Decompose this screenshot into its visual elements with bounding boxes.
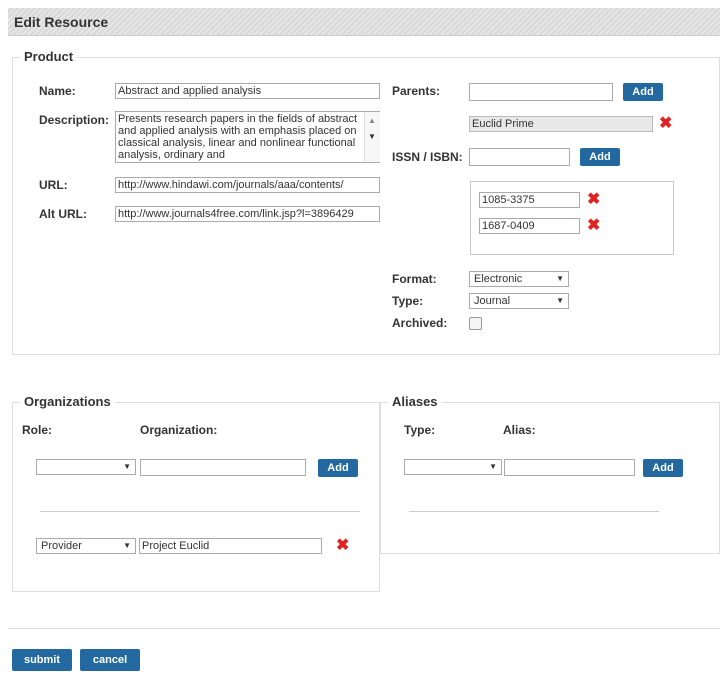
footer-divider [8, 628, 720, 629]
alias-type-select[interactable]: ▼ [404, 459, 502, 475]
format-select[interactable]: Electronic ▼ [469, 271, 569, 287]
issn-field[interactable] [469, 148, 570, 166]
scroll-up-icon[interactable]: ▲ [368, 116, 376, 125]
type-value: Journal [474, 295, 511, 307]
provider-role-select[interactable]: Provider ▼ [36, 538, 136, 554]
format-label: Format: [392, 272, 437, 286]
alias-label: Alias: [503, 423, 536, 437]
scroll-down-icon[interactable]: ▼ [368, 132, 376, 141]
divider [40, 511, 360, 512]
url-label: URL: [39, 178, 68, 192]
alias-type-label: Type: [404, 423, 436, 437]
organization-label: Organization: [140, 423, 218, 437]
remove-issn-icon[interactable]: ✖ [587, 192, 600, 208]
organization-field[interactable] [140, 459, 306, 476]
remove-issn-icon[interactable]: ✖ [587, 218, 600, 234]
add-parent-button[interactable]: Add [623, 83, 663, 101]
chevron-down-icon: ▼ [556, 296, 564, 305]
alias-field[interactable] [504, 459, 635, 476]
chevron-down-icon: ▼ [123, 462, 131, 471]
aliases-legend: Aliases [388, 394, 442, 409]
organizations-legend: Organizations [20, 394, 115, 409]
issn-item[interactable]: 1085-3375 [479, 192, 580, 208]
format-value: Electronic [474, 273, 523, 285]
chevron-down-icon: ▼ [123, 541, 131, 550]
type-select[interactable]: Journal ▼ [469, 293, 569, 309]
remove-organization-icon[interactable]: ✖ [336, 538, 349, 554]
archived-checkbox[interactable] [469, 317, 482, 330]
issn-label: ISSN / ISBN: [392, 150, 463, 164]
url-field[interactable]: http://www.hindawi.com/journals/aaa/cont… [115, 177, 380, 193]
description-scrollbar[interactable]: ▲ ▼ [364, 112, 380, 162]
description-field[interactable]: Presents research papers in the fields o… [115, 111, 380, 163]
remove-parent-icon[interactable]: ✖ [659, 116, 672, 132]
product-legend: Product [20, 49, 78, 64]
page-title: Edit Resource [14, 14, 109, 30]
provider-organization-field[interactable]: Project Euclid [139, 538, 322, 554]
name-field[interactable]: Abstract and applied analysis [115, 83, 380, 99]
archived-label: Archived: [392, 316, 448, 330]
parents-label: Parents: [392, 84, 441, 98]
role-select[interactable]: ▼ [36, 459, 136, 475]
description-label: Description: [39, 113, 110, 127]
submit-button[interactable]: submit [12, 649, 72, 671]
name-label: Name: [39, 84, 76, 98]
chevron-down-icon: ▼ [556, 274, 564, 283]
provider-role-value: Provider [41, 540, 82, 552]
page-header: Edit Resource [8, 8, 720, 36]
role-label: Role: [22, 423, 52, 437]
issn-item[interactable]: 1687-0409 [479, 218, 580, 234]
alt-url-label: Alt URL: [39, 207, 87, 221]
add-organization-button[interactable]: Add [318, 459, 358, 477]
parents-field[interactable] [469, 83, 613, 101]
divider [409, 511, 659, 512]
type-label: Type: [392, 294, 424, 308]
add-issn-button[interactable]: Add [580, 148, 620, 166]
chevron-down-icon: ▼ [489, 462, 497, 471]
alt-url-field[interactable]: http://www.journals4free.com/link.jsp?l=… [115, 206, 380, 222]
add-alias-button[interactable]: Add [643, 459, 683, 477]
cancel-button[interactable]: cancel [80, 649, 140, 671]
parent-item: Euclid Prime [469, 116, 653, 132]
